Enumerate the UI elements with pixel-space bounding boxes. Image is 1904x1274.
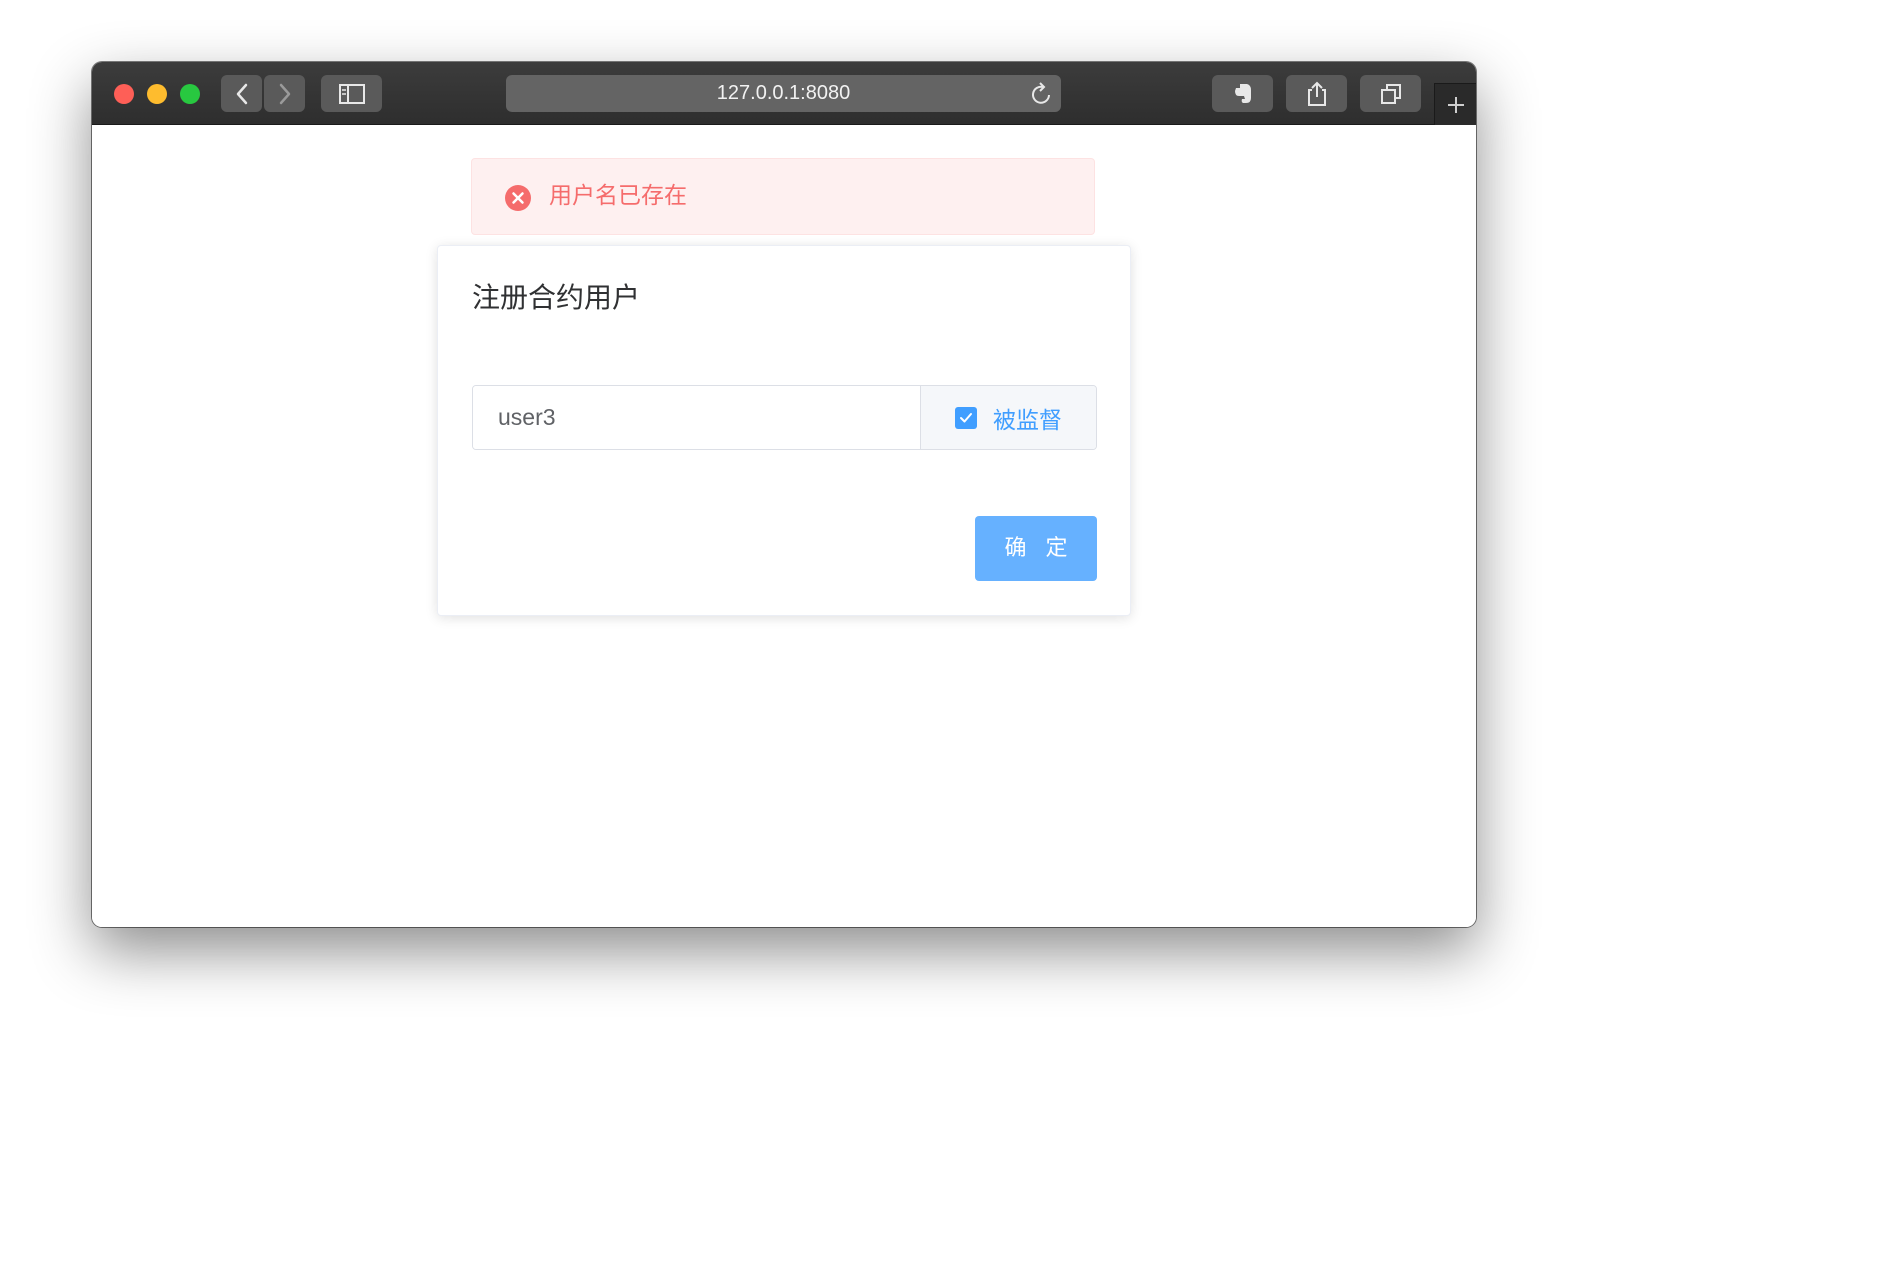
confirm-button[interactable]: 确 定 xyxy=(975,516,1097,581)
browser-window: 127.0.0.1:8080 用户名已存在 注册合约用户 user3 被监督 确… xyxy=(92,62,1476,927)
tab-overview-icon xyxy=(1380,83,1401,104)
back-button[interactable] xyxy=(221,75,262,112)
evernote-button[interactable] xyxy=(1212,75,1273,112)
username-input[interactable] xyxy=(473,386,920,449)
chevron-left-icon xyxy=(236,83,247,104)
error-alert: 用户名已存在 xyxy=(471,158,1095,235)
browser-toolbar: 127.0.0.1:8080 xyxy=(92,62,1476,125)
checkmark-icon xyxy=(960,412,972,422)
reload-icon[interactable] xyxy=(1031,82,1053,106)
plus-icon xyxy=(1448,96,1464,113)
sidebar-toggle-button[interactable] xyxy=(321,75,382,112)
page-content: 用户名已存在 注册合约用户 被监督 确 定 xyxy=(92,125,1476,927)
supervised-checkbox[interactable]: 被监督 xyxy=(920,386,1096,449)
new-tab-button[interactable] xyxy=(1434,83,1476,125)
address-url: 127.0.0.1:8080 xyxy=(716,82,851,104)
share-button[interactable] xyxy=(1286,75,1347,112)
username-input-group: 被监督 xyxy=(472,385,1097,450)
address-bar[interactable]: 127.0.0.1:8080 xyxy=(506,75,1061,112)
checkbox-checked-icon[interactable] xyxy=(955,406,977,429)
close-window-button[interactable] xyxy=(114,84,134,104)
evernote-icon xyxy=(1234,83,1251,103)
chevron-right-icon xyxy=(279,83,290,104)
zoom-window-button[interactable] xyxy=(180,84,200,104)
share-icon xyxy=(1307,81,1326,106)
supervised-label[interactable]: 被监督 xyxy=(993,401,1062,435)
register-card: 注册合约用户 被监督 确 定 xyxy=(437,245,1131,616)
forward-button[interactable] xyxy=(264,75,305,112)
minimize-window-button[interactable] xyxy=(147,84,167,104)
alert-message: 用户名已存在 xyxy=(549,183,687,209)
sidebar-icon xyxy=(338,83,365,104)
error-circle-icon xyxy=(505,185,531,211)
page-title: 注册合约用户 xyxy=(472,281,641,314)
tab-overview-button[interactable] xyxy=(1360,75,1421,112)
